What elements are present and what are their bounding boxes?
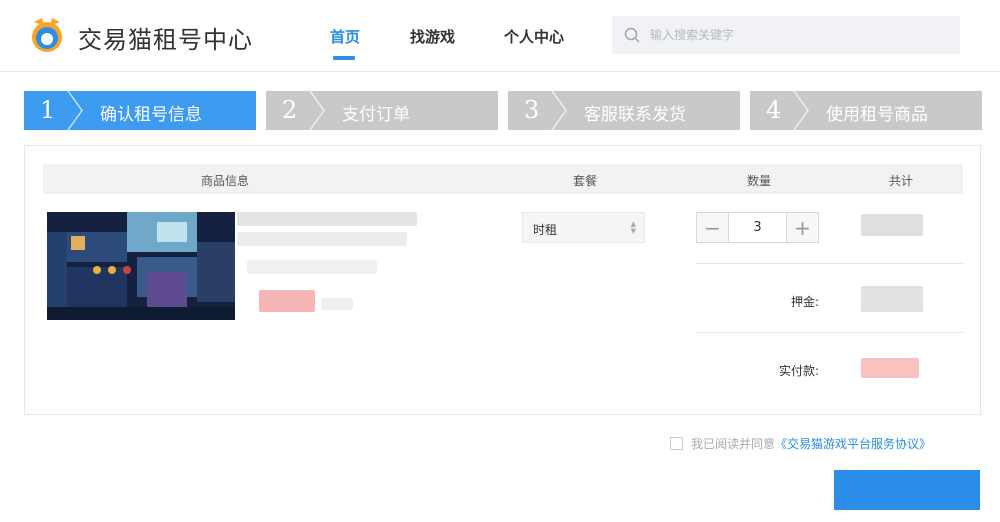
- chevron-right-icon: [67, 91, 83, 130]
- search-box[interactable]: [612, 16, 960, 54]
- order-panel: 商品信息 套餐 数量 共计 时租 ▲ ▼ − 3 + 押金: 实付款:: [24, 145, 981, 415]
- order-steps: 1 确认租号信息 2 支付订单 3 客服联系发货 4 使用租号商品: [24, 91, 984, 130]
- agreement-checkbox[interactable]: [670, 437, 683, 450]
- step-1: 1 确认租号信息: [24, 91, 256, 130]
- chevron-right-icon: [551, 91, 567, 130]
- agreement-row: 我已阅读并同意 《交易猫游戏平台服务协议》: [670, 435, 931, 452]
- agreement-text: 我已阅读并同意: [691, 437, 776, 451]
- agreement-link[interactable]: 《交易猫游戏平台服务协议》: [775, 435, 931, 452]
- column-package: 套餐: [573, 174, 598, 188]
- product-price-redacted: [259, 290, 315, 312]
- product-price-unit-redacted: [321, 298, 353, 310]
- step-label: 确认租号信息: [100, 105, 202, 125]
- column-total: 共计: [889, 174, 914, 188]
- step-number: 4: [766, 96, 782, 124]
- step-4: 4 使用租号商品: [750, 91, 982, 130]
- product-thumbnail[interactable]: [47, 212, 235, 320]
- search-input[interactable]: [650, 28, 930, 42]
- increase-button[interactable]: +: [787, 213, 818, 242]
- column-product: 商品信息: [201, 174, 250, 188]
- game-screenshot-image: [47, 212, 235, 320]
- submit-order-button[interactable]: [834, 470, 980, 510]
- table-header: 商品信息 套餐 数量 共计: [43, 164, 963, 194]
- package-select-value: 时租: [533, 223, 558, 237]
- deposit-label: 押金:: [791, 295, 820, 309]
- step-label: 使用租号商品: [826, 105, 928, 125]
- quantity-stepper[interactable]: − 3 +: [696, 212, 819, 243]
- product-title-redacted-line2: [237, 232, 407, 246]
- step-number: 1: [40, 96, 56, 124]
- chevron-right-icon: [793, 91, 809, 130]
- nav-find-game[interactable]: 找游戏: [410, 26, 455, 47]
- product-title-redacted: [237, 212, 417, 226]
- select-arrows-icon: ▲ ▼: [630, 220, 636, 235]
- step-3: 3 客服联系发货: [508, 91, 740, 130]
- search-icon[interactable]: [624, 27, 640, 43]
- step-label: 支付订单: [342, 105, 410, 125]
- product-meta-redacted: [247, 260, 377, 274]
- step-label: 客服联系发货: [584, 105, 686, 125]
- nav-home[interactable]: 首页: [330, 26, 360, 47]
- package-select[interactable]: 时租 ▲ ▼: [522, 212, 645, 243]
- divider: [696, 263, 963, 264]
- divider: [696, 332, 963, 333]
- deposit-amount-redacted: [861, 286, 923, 312]
- step-number: 2: [282, 96, 298, 124]
- quantity-value[interactable]: 3: [728, 213, 787, 242]
- jiaoyimao-logo-icon[interactable]: [28, 16, 66, 54]
- paid-amount-redacted: [861, 358, 919, 378]
- decrease-button[interactable]: −: [697, 213, 728, 242]
- chevron-right-icon: [309, 91, 325, 130]
- paid-label: 实付款:: [779, 364, 820, 378]
- total-amount-redacted: [861, 214, 923, 236]
- step-2: 2 支付订单: [266, 91, 498, 130]
- top-header: 交易猫租号中心 首页 找游戏 个人中心: [0, 0, 1000, 72]
- step-number: 3: [524, 96, 540, 124]
- nav-personal-center[interactable]: 个人中心: [504, 26, 564, 47]
- nav-active-indicator: [333, 56, 355, 60]
- brand-title[interactable]: 交易猫租号中心: [78, 20, 253, 55]
- column-quantity: 数量: [747, 174, 772, 188]
